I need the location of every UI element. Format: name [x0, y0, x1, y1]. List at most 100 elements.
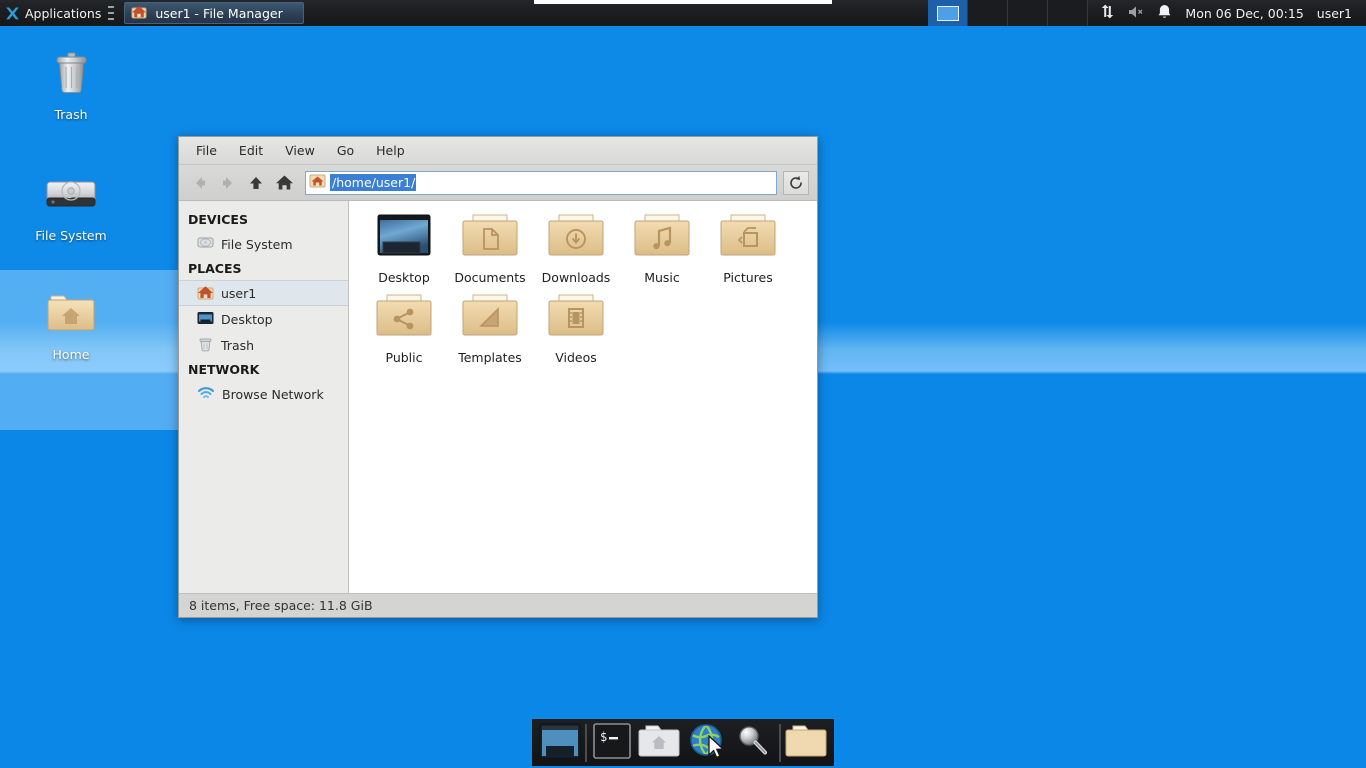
home-button[interactable] [271, 170, 297, 196]
applications-menu-button[interactable]: Applications [0, 0, 121, 26]
network-wifi-icon [197, 385, 215, 404]
file-item-pictures[interactable]: Pictures [705, 211, 791, 285]
dock-item-search[interactable] [730, 721, 777, 764]
sidebar[interactable]: DEVICES File System PLACES [179, 201, 349, 593]
folder-templates-icon [460, 291, 520, 346]
menu-view[interactable]: View [276, 140, 324, 161]
system-tray[interactable]: Mon 06 Dec, 00:15 user1 [1088, 0, 1366, 26]
up-button[interactable] [243, 170, 269, 196]
show-desktop-icon [539, 722, 581, 764]
dock-item-terminal[interactable]: $ [589, 721, 636, 764]
dock-separator [779, 724, 781, 762]
desktop-icon-home[interactable]: Home [21, 289, 121, 362]
sidebar-item-label: Trash [221, 338, 254, 353]
folder-documents-icon [460, 211, 520, 266]
home-folder-icon [131, 4, 147, 23]
desktop-icon-label: Home [53, 347, 90, 362]
desktop-icon [197, 310, 214, 329]
status-text: 8 items, Free space: 11.8 GiB [189, 598, 373, 613]
file-item-label: Downloads [542, 270, 611, 285]
folder-public-icon [374, 291, 434, 346]
home-folder-icon [197, 284, 214, 303]
home-folder-grey-icon [638, 723, 680, 763]
dock-item-web-browser[interactable] [683, 721, 730, 764]
path-input[interactable]: /home/user1/ [330, 174, 416, 191]
file-item-documents[interactable]: Documents [447, 211, 533, 285]
sidebar-group-devices: DEVICES [179, 208, 348, 231]
workspace-indicator [937, 6, 959, 21]
forward-button[interactable] [215, 170, 241, 196]
menu-go[interactable]: Go [328, 140, 363, 161]
occluded-window-edge [534, 0, 832, 4]
menu-file[interactable]: File [187, 140, 226, 161]
workspace-1[interactable] [928, 0, 968, 26]
folder-pictures-icon [718, 211, 778, 266]
toolbar[interactable]: /home/user1/ [179, 165, 817, 201]
menu-bar[interactable]: File Edit View Go Help [179, 137, 817, 165]
file-item-videos[interactable]: Videos [533, 291, 619, 365]
trash-can-icon [45, 45, 97, 101]
file-item-label: Desktop [378, 270, 430, 285]
desktop-icon-file-system[interactable]: File System [21, 168, 121, 243]
magnifier-icon [734, 723, 774, 763]
folder-downloads-icon [546, 211, 606, 266]
network-up-down-icon[interactable] [1100, 4, 1115, 22]
path-bar[interactable]: /home/user1/ [305, 171, 777, 195]
dock-separator [585, 724, 587, 762]
workspace-4[interactable] [1048, 0, 1088, 26]
dock[interactable]: $ [530, 717, 836, 768]
hard-drive-icon [197, 235, 214, 254]
sidebar-item-label: Browse Network [222, 387, 324, 402]
taskbar-button-file-manager[interactable]: user1 - File Manager [124, 2, 304, 24]
sidebar-item-desktop[interactable]: Desktop [179, 306, 348, 332]
file-item-downloads[interactable]: Downloads [533, 211, 619, 285]
trash-can-icon [197, 336, 214, 355]
menu-help[interactable]: Help [367, 140, 414, 161]
file-item-label: Templates [458, 350, 522, 365]
file-item-music[interactable]: Music [619, 211, 705, 285]
file-manager-window[interactable]: File Edit View Go Help /home/use [178, 136, 818, 618]
file-list[interactable]: Desktop Documents [349, 201, 817, 593]
sidebar-item-label: Desktop [221, 312, 273, 327]
sidebar-group-places: PLACES [179, 257, 348, 280]
desktop-icon-label: Trash [54, 107, 87, 122]
username-label[interactable]: user1 [1317, 6, 1354, 21]
sidebar-item-trash[interactable]: Trash [179, 332, 348, 358]
clock[interactable]: Mon 06 Dec, 00:15 [1185, 6, 1303, 21]
sidebar-item-user1[interactable]: user1 [179, 280, 348, 306]
file-item-desktop[interactable]: Desktop [361, 211, 447, 285]
file-item-label: Documents [454, 270, 525, 285]
workspace-switcher[interactable] [928, 0, 1088, 26]
home-folder-icon [45, 289, 97, 341]
file-item-templates[interactable]: Templates [447, 291, 533, 365]
sidebar-item-file-system[interactable]: File System [179, 231, 348, 257]
dock-item-folder[interactable] [783, 721, 830, 764]
sidebar-item-browse-network[interactable]: Browse Network [179, 381, 348, 407]
terminal-icon: $ [592, 722, 632, 764]
desktop-icon-trash[interactable]: Trash [21, 45, 121, 122]
desktop-icon-label: File System [35, 228, 107, 243]
file-item-label: Music [644, 270, 680, 285]
mouse-cursor-icon [707, 735, 727, 765]
taskbar-button-label: user1 - File Manager [155, 6, 282, 21]
file-item-public[interactable]: Public [361, 291, 447, 365]
back-button[interactable] [187, 170, 213, 196]
status-bar: 8 items, Free space: 11.8 GiB [179, 593, 817, 617]
reload-button[interactable] [783, 171, 809, 195]
sidebar-item-label: File System [221, 237, 293, 252]
workspace-2[interactable] [968, 0, 1008, 26]
volume-muted-icon[interactable] [1128, 5, 1144, 22]
xfce-mouse-logo-icon [5, 6, 20, 21]
dock-item-file-manager[interactable] [636, 721, 683, 764]
bell-icon[interactable] [1157, 4, 1172, 23]
applications-menu-label: Applications [25, 6, 101, 21]
file-item-label: Public [386, 350, 423, 365]
workspace-3[interactable] [1008, 0, 1048, 26]
desktop-icon [374, 211, 434, 266]
file-item-label: Pictures [723, 270, 773, 285]
folder-icon [785, 723, 827, 763]
menu-edit[interactable]: Edit [230, 140, 272, 161]
sidebar-group-network: NETWORK [179, 358, 348, 381]
dock-item-show-desktop[interactable] [536, 721, 583, 764]
grip-handle-icon [108, 6, 114, 20]
